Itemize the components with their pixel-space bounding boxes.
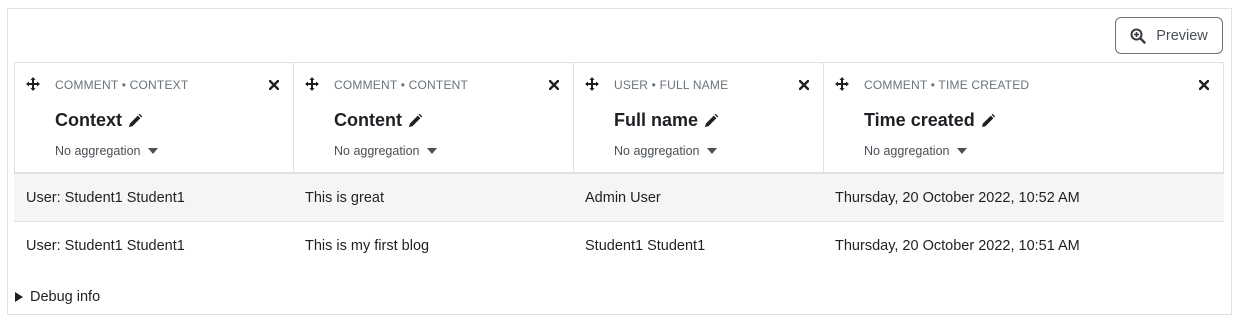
debug-info-toggle[interactable]: Debug info xyxy=(15,289,100,305)
table-cell: User: Student1 Student1 xyxy=(26,237,185,254)
column-title: Full name xyxy=(614,110,719,131)
debug-info-label: Debug info xyxy=(30,289,101,305)
table-cell: User: Student1 Student1 xyxy=(26,189,185,206)
preview-button[interactable]: Preview xyxy=(1115,17,1223,54)
table-cell: Thursday, 20 October 2022, 10:51 AM xyxy=(835,237,1080,254)
table-header: COMMENT • CONTEXT Context No aggregation xyxy=(14,62,1224,174)
aggregation-value: No aggregation xyxy=(614,144,700,158)
move-icon[interactable] xyxy=(835,77,849,91)
report-table: COMMENT • CONTEXT Context No aggregation xyxy=(14,62,1224,269)
caret-down-icon xyxy=(957,148,968,154)
aggregation-select[interactable]: No aggregation xyxy=(334,144,438,158)
edit-pencil-icon[interactable] xyxy=(704,113,719,128)
column-header-content: COMMENT • CONTENT Content No aggregation xyxy=(294,63,574,172)
aggregation-value: No aggregation xyxy=(55,144,141,158)
table-cell: This is great xyxy=(305,189,384,206)
aggregation-select[interactable]: No aggregation xyxy=(55,144,159,158)
table-cell: This is my first blog xyxy=(305,237,430,254)
column-header-context: COMMENT • CONTEXT Context No aggregation xyxy=(15,63,294,172)
column-title: Time created xyxy=(864,110,995,131)
move-icon[interactable] xyxy=(585,77,599,91)
preview-button-label: Preview xyxy=(1156,27,1208,44)
column-source: COMMENT • CONTEXT xyxy=(55,78,189,92)
column-title-text: Content xyxy=(334,110,402,130)
edit-pencil-icon[interactable] xyxy=(408,113,422,128)
caret-down-icon xyxy=(148,148,159,154)
column-header-time-created: COMMENT • TIME CREATED Time created No a… xyxy=(824,63,1223,172)
edit-pencil-icon[interactable] xyxy=(981,113,995,128)
edit-pencil-icon[interactable] xyxy=(128,113,142,128)
table-cell: Student1 Student1 xyxy=(585,237,706,254)
column-title: Context xyxy=(55,110,142,131)
triangle-right-icon xyxy=(15,292,23,302)
column-title-text: Context xyxy=(55,110,122,130)
table-cell: Admin User xyxy=(585,189,661,206)
column-title-text: Full name xyxy=(614,110,699,130)
caret-down-icon xyxy=(707,148,718,154)
column-source: COMMENT • CONTENT xyxy=(334,78,469,92)
remove-column-icon[interactable] xyxy=(799,80,809,90)
aggregation-value: No aggregation xyxy=(864,144,950,158)
table-row: User: Student1 Student1 This is great Ad… xyxy=(14,174,1224,222)
column-title-text: Time created xyxy=(864,110,975,130)
remove-column-icon[interactable] xyxy=(549,80,559,90)
remove-column-icon[interactable] xyxy=(269,80,279,90)
report-editor: Preview COMMENT • CONTEXT Context No agg… xyxy=(7,8,1232,315)
column-source: COMMENT • TIME CREATED xyxy=(864,78,1030,92)
caret-down-icon xyxy=(427,148,438,154)
zoom-in-icon xyxy=(1130,28,1146,44)
move-icon[interactable] xyxy=(26,77,40,91)
column-title: Content xyxy=(334,110,422,131)
column-source: USER • FULL NAME xyxy=(614,78,729,92)
column-header-full-name: USER • FULL NAME Full name No aggregatio… xyxy=(574,63,824,172)
aggregation-select[interactable]: No aggregation xyxy=(614,144,718,158)
aggregation-value: No aggregation xyxy=(334,144,420,158)
table-cell: Thursday, 20 October 2022, 10:52 AM xyxy=(835,189,1080,206)
aggregation-select[interactable]: No aggregation xyxy=(864,144,968,158)
table-row: User: Student1 Student1 This is my first… xyxy=(14,222,1224,269)
remove-column-icon[interactable] xyxy=(1199,80,1209,90)
move-icon[interactable] xyxy=(305,77,319,91)
